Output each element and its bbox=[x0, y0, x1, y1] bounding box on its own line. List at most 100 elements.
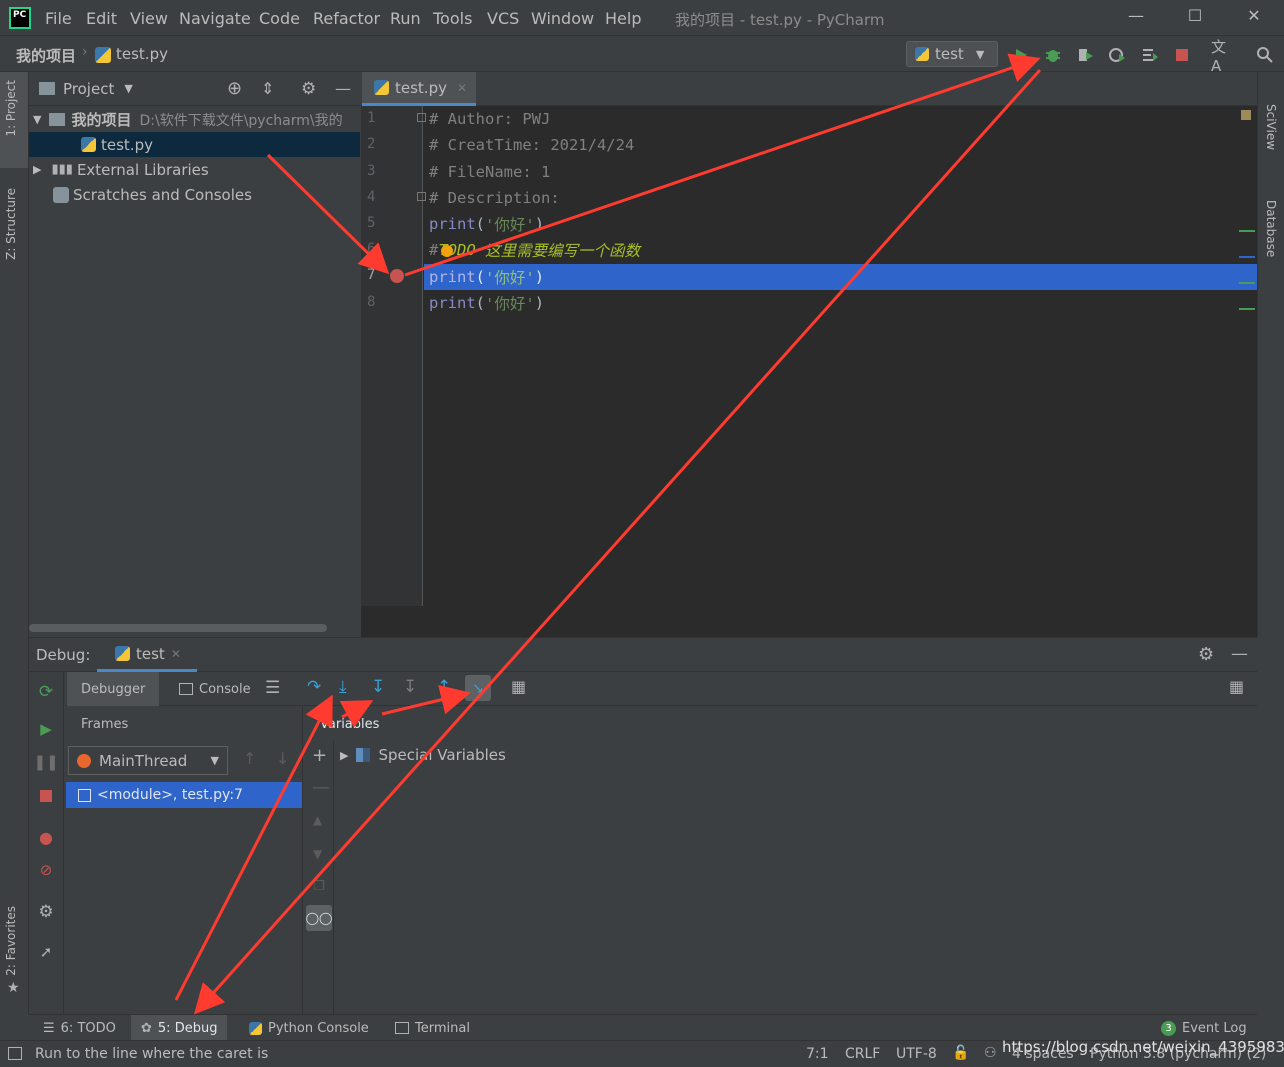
line-separator[interactable]: CRLF bbox=[845, 1046, 880, 1062]
step-over-icon[interactable]: ⤓ bbox=[339, 677, 347, 697]
resume-icon[interactable]: ▶ bbox=[36, 719, 56, 739]
pause-icon[interactable]: ❚❚ bbox=[33, 752, 58, 772]
move-up-icon[interactable]: ▲ bbox=[313, 813, 322, 827]
code-line-2[interactable]: # CreatTime: 2021/4/24 bbox=[429, 132, 634, 158]
profile-button[interactable] bbox=[1105, 44, 1129, 66]
inspection-status-icon[interactable] bbox=[1241, 110, 1251, 120]
debugger-tab[interactable]: Debugger bbox=[67, 672, 160, 706]
collapse-all-icon[interactable]: ⇕ bbox=[261, 79, 274, 98]
code-line-3[interactable]: # FileName: 1 bbox=[429, 159, 550, 185]
copy-icon[interactable]: ❐ bbox=[313, 879, 325, 894]
add-watch-icon[interactable]: + bbox=[312, 745, 327, 766]
close-tab-icon[interactable]: ✕ bbox=[457, 81, 467, 95]
breadcrumb-project[interactable]: 我的项目 bbox=[16, 45, 76, 66]
menu-edit[interactable]: Edit bbox=[86, 9, 117, 28]
code-line-8[interactable]: print('你好') bbox=[429, 290, 544, 316]
close-tab-icon[interactable]: ✕ bbox=[171, 647, 181, 661]
menu-navigate[interactable]: Navigate bbox=[179, 9, 251, 28]
frame-item[interactable]: <module>, test.py:7 bbox=[66, 782, 302, 808]
lightbulb-icon[interactable] bbox=[441, 245, 453, 257]
mute-breakpoints-icon[interactable]: ⊘ bbox=[36, 860, 56, 880]
step-into-my-code-icon[interactable]: ↧ bbox=[403, 677, 417, 697]
editor-tab-test-py[interactable]: test.py ✕ bbox=[362, 72, 476, 106]
debug-button[interactable] bbox=[1041, 44, 1065, 66]
move-down-icon[interactable]: ▼ bbox=[313, 847, 322, 861]
run-configuration-select[interactable]: test ▼ bbox=[906, 41, 998, 67]
todo-tab[interactable]: ☰ 6: TODO bbox=[33, 1015, 126, 1041]
locate-icon[interactable]: ⊕ bbox=[227, 78, 242, 99]
fold-icon[interactable] bbox=[417, 192, 426, 201]
restore-layout-icon[interactable]: ▦ bbox=[1229, 677, 1244, 696]
stop-icon[interactable] bbox=[36, 786, 56, 806]
database-tool-tab[interactable]: Database bbox=[1264, 200, 1278, 257]
debug-session-tab[interactable]: test ✕ bbox=[97, 638, 197, 672]
menu-refactor[interactable]: Refactor bbox=[313, 9, 380, 28]
step-out-icon[interactable]: ↥ bbox=[437, 677, 451, 697]
structure-tool-tab[interactable]: Z: Structure bbox=[4, 188, 18, 260]
debug-tab[interactable]: ✿ 5: Debug bbox=[131, 1015, 228, 1041]
fold-icon[interactable] bbox=[417, 113, 426, 122]
remove-watch-icon[interactable]: — bbox=[312, 777, 330, 798]
settings-icon[interactable]: ⚙ bbox=[36, 902, 56, 922]
menu-window[interactable]: Window bbox=[531, 9, 594, 28]
lock-icon[interactable]: 🔓 bbox=[952, 1045, 969, 1061]
show-execution-point-icon[interactable]: ↷ bbox=[307, 677, 321, 697]
code-line-4[interactable]: # Description: bbox=[429, 185, 560, 211]
variable-tree-item[interactable]: ▶ Special Variables bbox=[340, 744, 506, 766]
close-button[interactable]: ✕ bbox=[1234, 6, 1274, 30]
concurrency-button[interactable] bbox=[1138, 44, 1162, 66]
menu-run[interactable]: Run bbox=[390, 9, 421, 28]
python-console-tab[interactable]: Python Console bbox=[239, 1015, 379, 1041]
code-line-5[interactable]: print('你好') bbox=[429, 211, 544, 237]
menu-view[interactable]: View bbox=[130, 9, 168, 28]
caret-position[interactable]: 7:1 bbox=[806, 1046, 829, 1062]
step-into-icon[interactable]: ↧ bbox=[371, 677, 385, 697]
menu-code[interactable]: Code bbox=[259, 9, 300, 28]
gear-icon[interactable]: ⚙ bbox=[1198, 644, 1214, 665]
menu-file[interactable]: File bbox=[45, 9, 72, 28]
translate-button[interactable]: 文A bbox=[1211, 38, 1235, 75]
tree-item-project-root[interactable]: ▼ 我的项目 D:\软件下载文件\pycharm\我的 bbox=[29, 107, 360, 132]
inspector-icon[interactable]: ⚇ bbox=[984, 1045, 997, 1061]
breakpoint-icon[interactable] bbox=[390, 269, 404, 283]
tool-windows-icon[interactable] bbox=[8, 1047, 22, 1060]
view-breakpoints-icon[interactable]: ● bbox=[36, 827, 56, 847]
frame-up-icon[interactable]: ↑ bbox=[243, 749, 256, 768]
frame-down-icon[interactable]: ↓ bbox=[276, 749, 289, 768]
rerun-icon[interactable]: ⟳ bbox=[36, 682, 56, 702]
run-with-coverage-button[interactable] bbox=[1073, 44, 1097, 66]
code-line-6[interactable]: # TODO 这里需要编写一个函数 bbox=[429, 237, 640, 263]
evaluate-expression-icon[interactable]: ▦ bbox=[511, 677, 526, 696]
project-view-select[interactable]: Project bbox=[63, 80, 114, 98]
thread-select[interactable]: MainThread ▼ bbox=[68, 746, 228, 775]
sciview-tool-tab[interactable]: SciView bbox=[1264, 104, 1278, 150]
pin-icon[interactable]: ➚ bbox=[36, 942, 56, 962]
menu-tools[interactable]: Tools bbox=[433, 9, 472, 28]
tree-item-scratches[interactable]: Scratches and Consoles bbox=[29, 182, 360, 207]
horizontal-scrollbar[interactable] bbox=[29, 624, 327, 632]
run-button[interactable] bbox=[1009, 44, 1033, 66]
terminal-tab[interactable]: Terminal bbox=[385, 1015, 480, 1041]
hide-panel-icon[interactable]: — bbox=[335, 79, 351, 98]
hide-panel-icon[interactable]: — bbox=[1231, 644, 1248, 664]
breadcrumb-file[interactable]: test.py bbox=[116, 45, 168, 63]
tree-item-external-libraries[interactable]: ▶ ▮▮▮ External Libraries bbox=[29, 157, 360, 182]
project-tool-tab[interactable]: 1: Project bbox=[0, 72, 28, 168]
menu-vcs[interactable]: VCS bbox=[487, 9, 519, 28]
console-tab[interactable]: Console bbox=[173, 672, 257, 706]
menu-help[interactable]: Help bbox=[605, 9, 641, 28]
layout-menu-icon[interactable]: ☰ bbox=[265, 678, 280, 698]
minimize-button[interactable]: — bbox=[1116, 6, 1156, 30]
maximize-button[interactable]: ☐ bbox=[1175, 6, 1215, 30]
file-encoding[interactable]: UTF-8 bbox=[896, 1046, 937, 1062]
code-line-7[interactable]: print('你好') bbox=[429, 264, 544, 290]
gear-icon[interactable]: ⚙ bbox=[301, 79, 316, 99]
stop-button[interactable] bbox=[1170, 44, 1194, 66]
run-to-cursor-button[interactable]: ↘ bbox=[465, 675, 491, 701]
show-watches-button[interactable]: ◯◯ bbox=[306, 905, 332, 931]
code-comment: # Author: PWJ bbox=[429, 110, 551, 128]
code-line-1[interactable]: # Author: PWJ bbox=[429, 106, 550, 132]
favorites-tool-tab[interactable]: 2: Favorites bbox=[4, 906, 18, 976]
tree-item-test-py[interactable]: test.py bbox=[29, 132, 360, 157]
search-everywhere-button[interactable] bbox=[1253, 44, 1277, 66]
